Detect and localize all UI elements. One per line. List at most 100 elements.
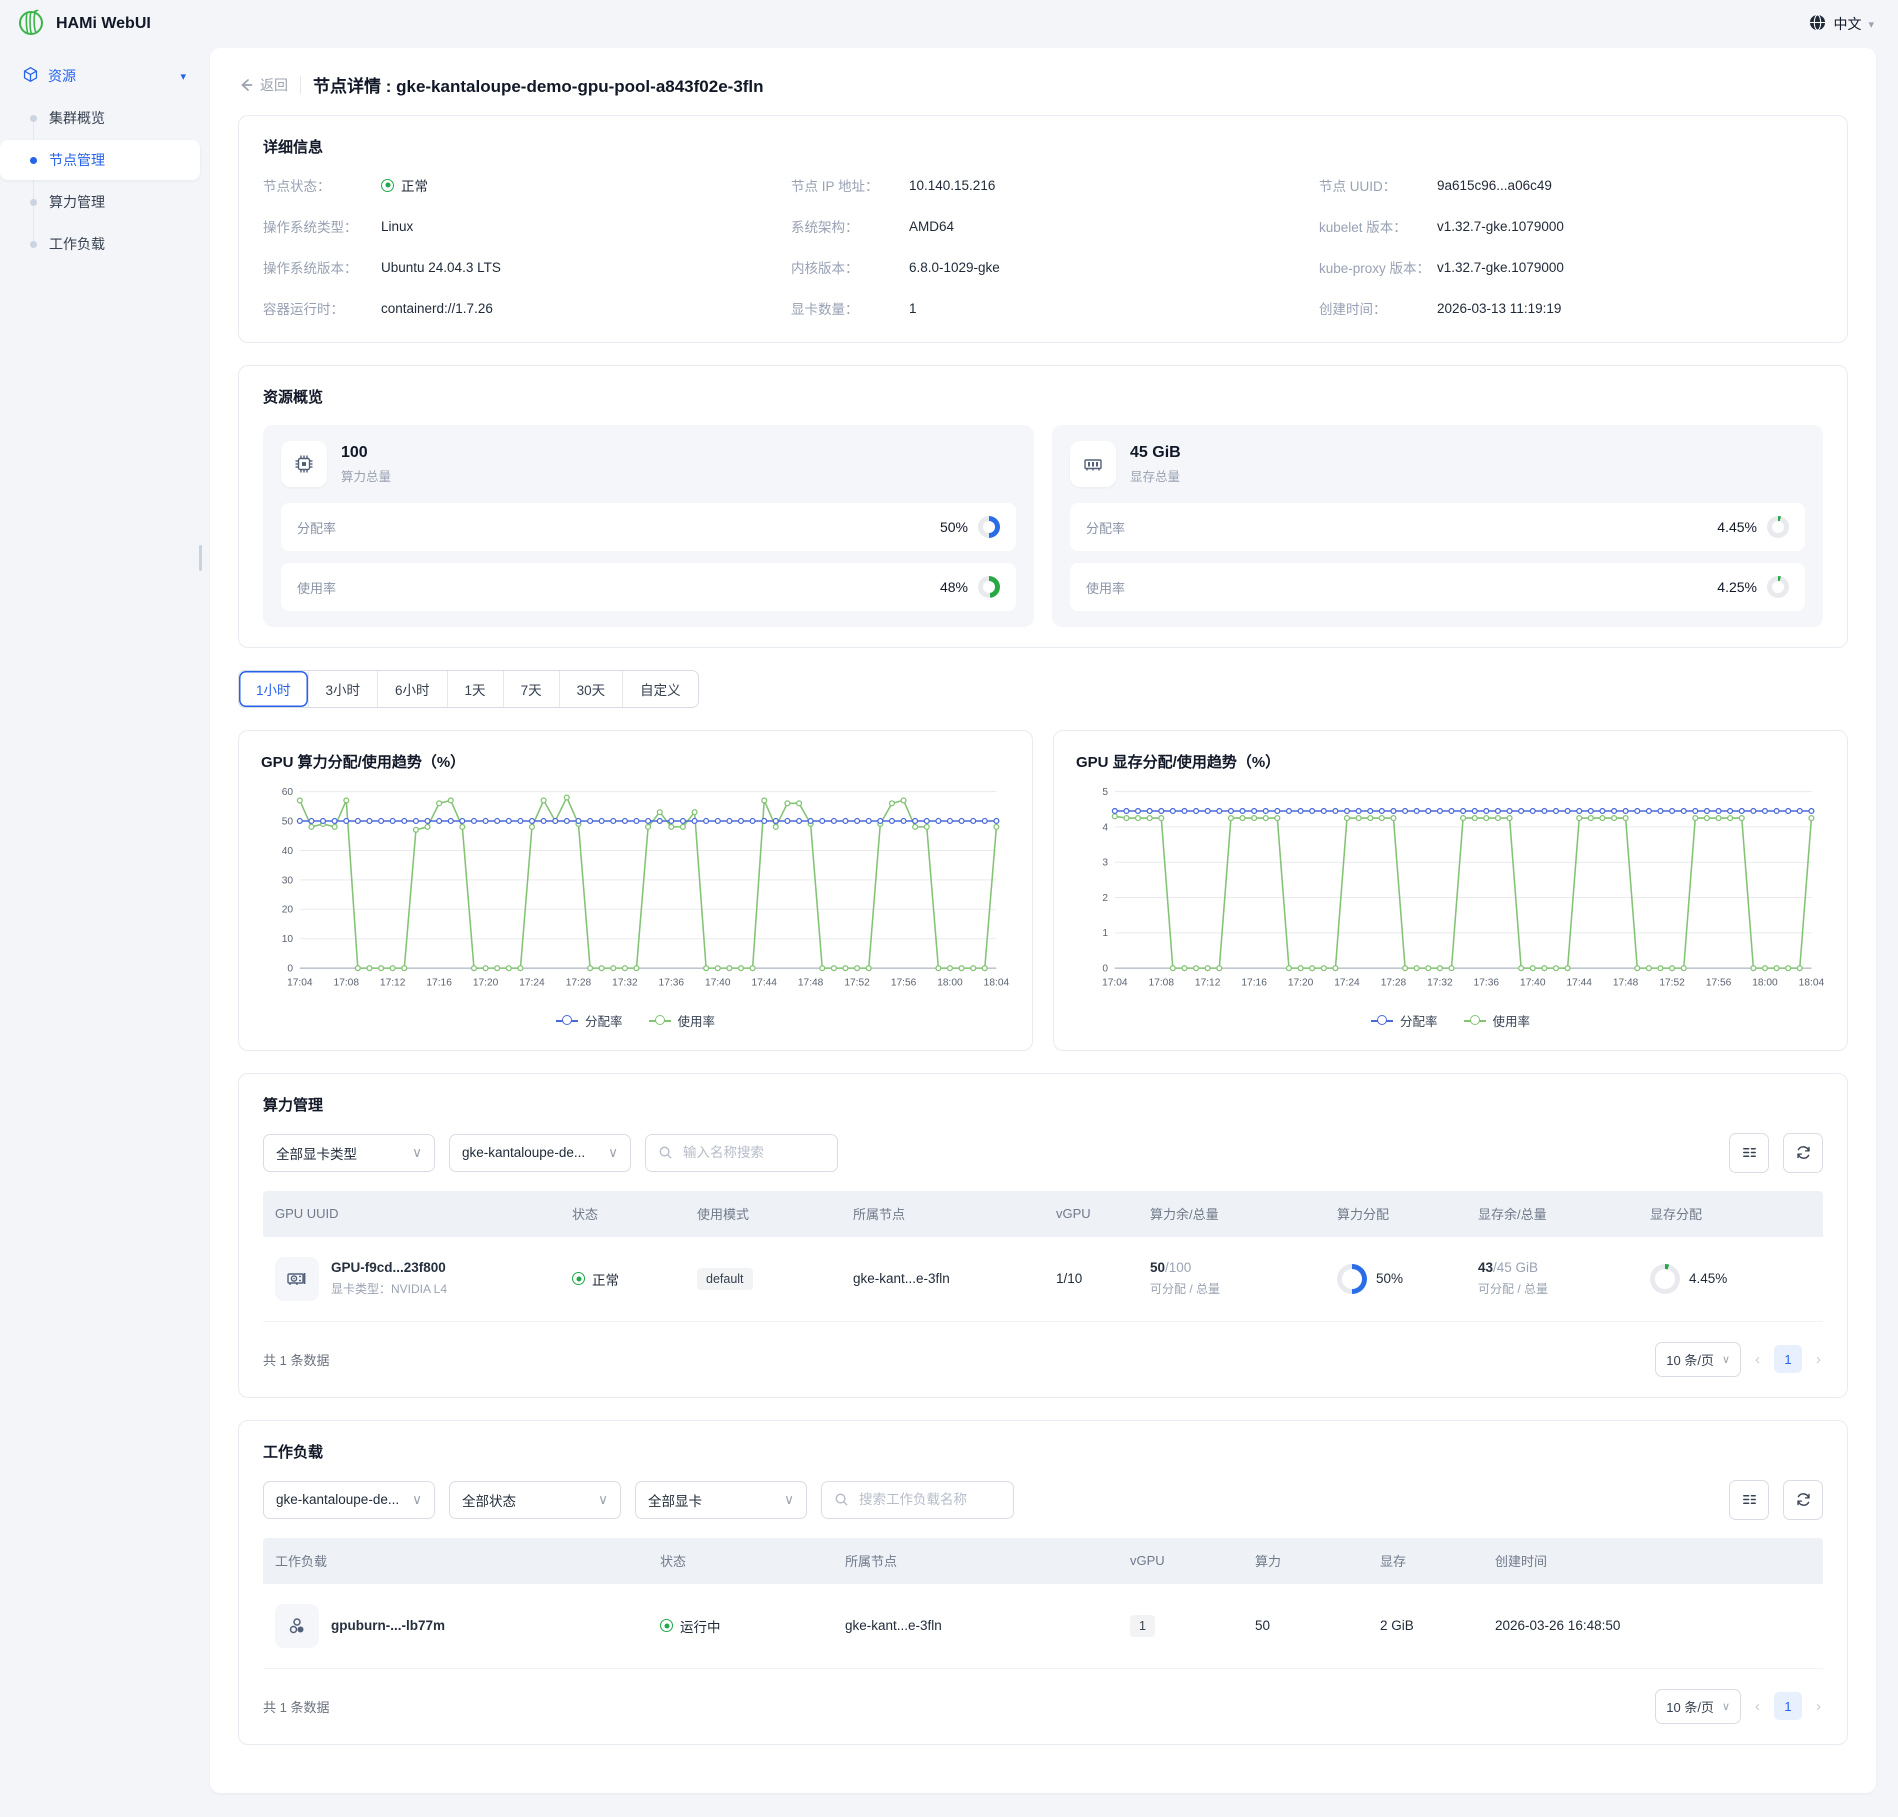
refresh-icon — [1795, 1491, 1812, 1508]
workloads-search-input[interactable] — [857, 1491, 1001, 1508]
mem-cell: 2 GiB — [1368, 1618, 1483, 1633]
page-number[interactable]: 1 — [1774, 1692, 1802, 1720]
legend-item-分配率[interactable]: 分配率 — [1371, 1011, 1438, 1030]
detail-value-text: 正常 — [401, 175, 428, 195]
hami-melon-icon — [16, 7, 46, 42]
legend-marker-icon — [1371, 1015, 1393, 1025]
detail-value-text: Ubuntu 24.04.3 LTS — [381, 260, 501, 275]
page-size-value: 10 条/页 — [1666, 1697, 1714, 1716]
detail-label: 容器运行时： — [263, 298, 381, 318]
language-selector[interactable]: 中文 ▾ — [1809, 14, 1874, 34]
sidebar-item-工作负载[interactable]: 工作负载 — [0, 224, 200, 264]
svg-text:17:52: 17:52 — [1659, 978, 1685, 989]
column-settings-button[interactable] — [1729, 1133, 1769, 1173]
sidebar-item-算力管理[interactable]: 算力管理 — [0, 182, 200, 222]
core-remain-line: 50/100 — [1150, 1260, 1313, 1275]
status-ok-icon — [381, 179, 394, 192]
gpu-name[interactable]: GPU-f9cd...23f800 — [331, 1260, 447, 1275]
prev-page-button[interactable]: ‹ — [1753, 1351, 1762, 1368]
page-size-select[interactable]: 10 条/页∨ — [1655, 1342, 1741, 1377]
time-tab-自定义[interactable]: 自定义 — [622, 671, 698, 707]
sidebar-items: 集群概览节点管理算力管理工作负载 — [0, 98, 200, 264]
time-tab-30天[interactable]: 30天 — [559, 671, 623, 707]
page-size-select[interactable]: 10 条/页 ∨ — [1655, 1689, 1741, 1724]
detail-value: 2026-03-13 11:19:19 — [1437, 301, 1561, 316]
chevron-down-icon: ∨ — [608, 1145, 618, 1161]
svg-text:18:00: 18:00 — [937, 978, 963, 989]
column-settings-button[interactable] — [1729, 1480, 1769, 1520]
chart-legend: 分配率 使用率 — [1076, 1009, 1825, 1040]
brand: HAMi WebUI — [16, 7, 151, 42]
core-alloc-value: 50% — [1376, 1271, 1403, 1286]
compute-search-input[interactable] — [681, 1144, 825, 1161]
page-header: 返回 节点详情 : gke-kantaloupe-demo-gpu-pool-a… — [238, 58, 1848, 115]
svg-text:17:52: 17:52 — [844, 978, 870, 989]
gpu-type-select[interactable]: 全部显卡类型 ∨ — [263, 1134, 435, 1172]
sidebar-item-dot — [30, 199, 37, 206]
svg-text:4: 4 — [1102, 822, 1108, 833]
status-wrap: 正常 — [572, 1269, 673, 1289]
overview-card-text: 100算力总量 — [341, 444, 391, 485]
chevron-down-icon: ∨ — [1722, 1700, 1730, 1713]
workloads-status-select[interactable]: 全部状态 ∨ — [449, 1481, 621, 1519]
legend-marker-icon — [556, 1015, 578, 1025]
mem-caption: 可分配 / 总量 — [1478, 1280, 1626, 1297]
time-tab-7天[interactable]: 7天 — [503, 671, 559, 707]
chart-plot: 010203040506017:0417:0817:1217:1617:2017… — [261, 778, 1010, 1009]
compute-filters: 全部显卡类型 ∨ gke-kantaloupe-de... ∨ — [263, 1133, 1823, 1173]
mem-remain-value: 43 — [1478, 1260, 1493, 1275]
pagination: 10 条/页∨ ‹ 1 › — [1655, 1342, 1823, 1377]
page-number[interactable]: 1 — [1774, 1345, 1802, 1373]
svg-text:30: 30 — [282, 875, 294, 886]
status-cell: 运行中 — [648, 1616, 833, 1636]
page-title: 节点详情 : gke-kantaloupe-demo-gpu-pool-a843… — [313, 72, 764, 97]
time-range-tabs: 1小时3小时6小时1天7天30天自定义 — [238, 670, 699, 708]
back-button[interactable]: 返回 — [238, 75, 288, 95]
overview-metric-row: 使用率4.25% — [1070, 563, 1805, 611]
legend-item-使用率[interactable]: 使用率 — [1464, 1011, 1531, 1030]
compute-node-select[interactable]: gke-kantaloupe-de... ∨ — [449, 1134, 631, 1172]
svg-text:17:12: 17:12 — [380, 978, 406, 989]
time-tab-1小时[interactable]: 1小时 — [239, 671, 308, 707]
time-tab-6小时[interactable]: 6小时 — [377, 671, 447, 707]
sidebar-item-节点管理[interactable]: 节点管理 — [0, 140, 200, 180]
next-page-button[interactable]: › — [1814, 1351, 1823, 1368]
time-tab-1天[interactable]: 1天 — [447, 671, 503, 707]
metric-value-wrap: 50% — [940, 516, 1000, 538]
workload-name[interactable]: gpuburn-...-lb77m — [331, 1618, 445, 1633]
progress-donut — [1767, 576, 1789, 598]
workloads-table: 工作负载状态所属节点vGPU算力显存创建时间 gpuburn-...-lb77m… — [263, 1538, 1823, 1669]
search-icon — [834, 1492, 849, 1507]
svg-text:3: 3 — [1102, 858, 1108, 869]
sidebar-group-resources[interactable]: 资源 ▾ — [0, 56, 200, 96]
prev-page-button[interactable]: ‹ — [1753, 1698, 1762, 1715]
metric-label: 使用率 — [297, 578, 336, 597]
workloads-gpu-select[interactable]: 全部显卡 ∨ — [635, 1481, 807, 1519]
workloads-col-vGPU: vGPU — [1118, 1553, 1243, 1568]
core-caption: 可分配 / 总量 — [1150, 1280, 1313, 1297]
legend-item-使用率[interactable]: 使用率 — [649, 1011, 716, 1030]
sidebar-collapse-handle[interactable] — [199, 545, 202, 571]
node-cell: gke-kant...e-3fln — [833, 1618, 1118, 1633]
mem-total-value: /45 GiB — [1493, 1260, 1538, 1275]
overview-card-value: 45 GiB — [1130, 444, 1181, 462]
compute-col-算力余/总量: 算力余/总量 — [1138, 1204, 1325, 1223]
refresh-button[interactable] — [1783, 1133, 1823, 1173]
sidebar-item-集群概览[interactable]: 集群概览 — [0, 98, 200, 138]
svg-text:17:16: 17:16 — [1241, 978, 1267, 989]
workloads-node-select[interactable]: gke-kantaloupe-de... ∨ — [263, 1481, 435, 1519]
refresh-button[interactable] — [1783, 1480, 1823, 1520]
detail-value-text: Linux — [381, 219, 413, 234]
workloads-filters: gke-kantaloupe-de... ∨ 全部状态 ∨ 全部显卡 ∨ — [263, 1480, 1823, 1520]
svg-text:17:12: 17:12 — [1195, 978, 1221, 989]
time-tab-3小时[interactable]: 3小时 — [308, 671, 378, 707]
total-count: 共 1 条数据 — [263, 1350, 329, 1369]
next-page-button[interactable]: › — [1814, 1698, 1823, 1715]
sidebar-item-dot — [30, 115, 37, 122]
svg-text:40: 40 — [282, 846, 294, 857]
detail-field: 节点状态：正常 — [263, 175, 767, 195]
status-ok-icon — [572, 1272, 585, 1285]
legend-item-分配率[interactable]: 分配率 — [556, 1011, 623, 1030]
svg-text:17:32: 17:32 — [612, 978, 638, 989]
workloads-title: 工作负载 — [263, 1441, 1823, 1462]
